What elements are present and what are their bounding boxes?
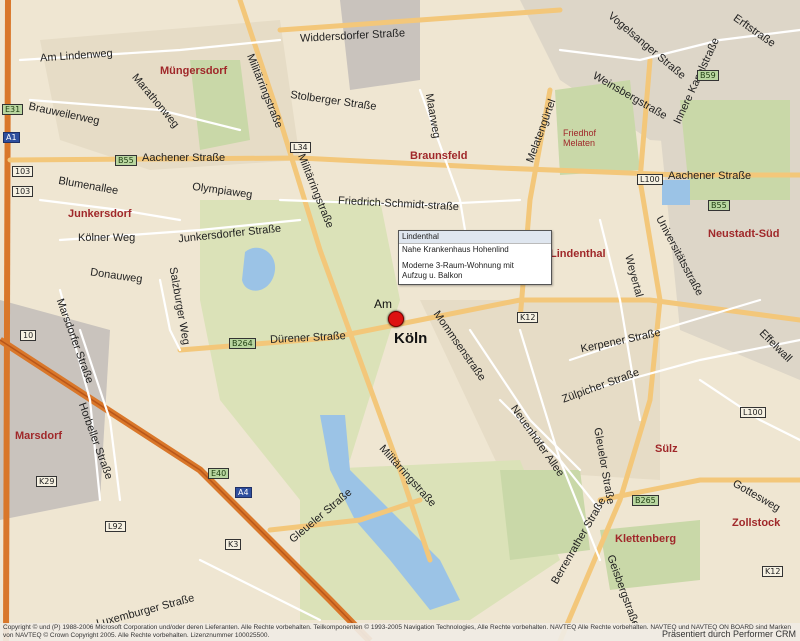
route-shield: L34 bbox=[290, 142, 311, 153]
district-label: Zollstock bbox=[732, 517, 781, 529]
route-shield: E40 bbox=[208, 468, 230, 479]
route-shield: L100 bbox=[637, 174, 663, 185]
street-label: Aachener Straße bbox=[668, 170, 752, 182]
district-label: Friedhof Melaten bbox=[563, 128, 597, 148]
route-shield: B264 bbox=[229, 338, 256, 349]
city-label: Köln bbox=[394, 330, 428, 347]
route-shield: A1 bbox=[3, 132, 20, 143]
popup-line: Aufzug u. Balkon bbox=[402, 271, 463, 280]
highway-a1 bbox=[3, 0, 11, 641]
route-shield: B59 bbox=[697, 70, 719, 81]
route-shield: 10 bbox=[20, 330, 37, 341]
district-label: Müngersdorf bbox=[160, 65, 228, 77]
route-shield: 103 bbox=[12, 186, 34, 197]
route-shield: A4 bbox=[235, 487, 252, 498]
route-shield: L100 bbox=[740, 407, 766, 418]
district-label: Marsdorf bbox=[15, 430, 63, 442]
brand-credit: Präsentiert durch Performer CRM bbox=[661, 629, 796, 639]
district-label: Neustadt-Süd bbox=[708, 228, 780, 240]
route-shield: 103 bbox=[12, 166, 34, 177]
route-shield: L92 bbox=[105, 521, 126, 532]
district-label: Sülz bbox=[655, 443, 678, 455]
lake bbox=[662, 180, 690, 205]
district-label: Junkersdorf bbox=[68, 208, 132, 220]
marker-am-label: Am bbox=[374, 297, 392, 311]
route-shield: K12 bbox=[762, 566, 784, 577]
popup-title: Lindenthal bbox=[399, 231, 551, 244]
route-shield: B55 bbox=[115, 155, 137, 166]
park-area bbox=[680, 100, 790, 200]
district-label: Braunsfeld bbox=[410, 150, 468, 162]
popup-line: Moderne 3-Raum-Wohnung mit bbox=[402, 261, 514, 270]
route-shield: E31 bbox=[2, 104, 24, 115]
route-shield: K29 bbox=[36, 476, 58, 487]
route-shield: B55 bbox=[708, 200, 730, 211]
street-label: Aachener Straße bbox=[142, 152, 226, 164]
map-canvas[interactable]: Widdersdorfer Straße Am Lindenweg Marath… bbox=[0, 0, 800, 641]
location-pin-icon[interactable] bbox=[388, 311, 404, 327]
district-label: Lindenthal bbox=[550, 248, 606, 260]
popup-line: Nahe Krankenhaus Hohenlind bbox=[402, 245, 509, 254]
urban-area bbox=[0, 300, 110, 520]
location-popup[interactable]: Lindenthal Nahe Krankenhaus Hohenlind Mo… bbox=[398, 230, 552, 285]
route-shield: K12 bbox=[517, 312, 539, 323]
urban-area bbox=[340, 0, 420, 90]
street-label: Kölner Weg bbox=[78, 232, 136, 244]
route-shield: K3 bbox=[225, 539, 242, 550]
route-shield: B265 bbox=[632, 495, 659, 506]
district-label: Klettenberg bbox=[615, 533, 677, 545]
